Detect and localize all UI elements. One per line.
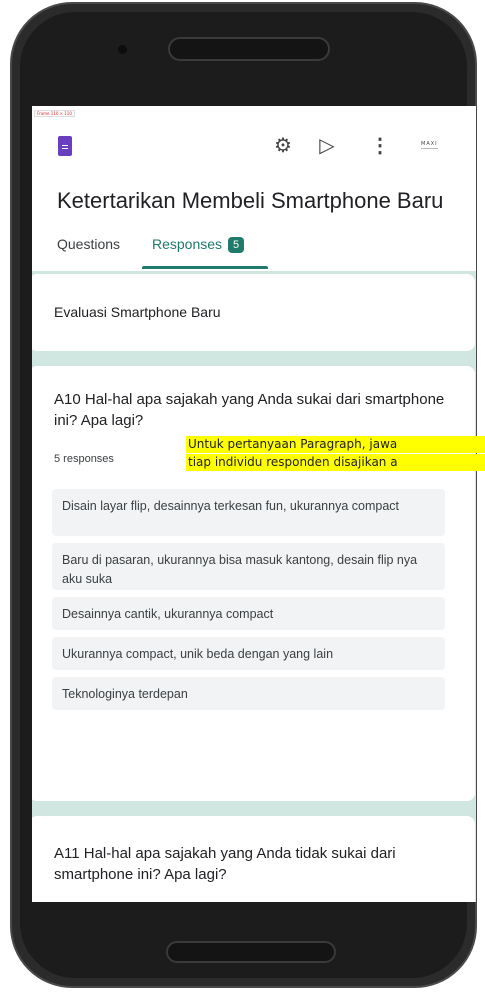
active-tab-indicator: [142, 266, 268, 269]
tab-responses[interactable]: Responses 5: [152, 236, 245, 253]
form-title: Ketertarikan Membeli Smartphone Baru: [57, 188, 444, 213]
header: Frame 110 × 110 ⚙ ▷ ⋮ MAXI Ketertarikan …: [32, 106, 476, 271]
response-item: Desainnya cantik, ukurannya compact: [52, 597, 445, 630]
question-card-a11: A11 Hal-hal apa sajakah yang Anda tidak …: [32, 816, 475, 902]
question-a10-title: A10 Hal-hal apa sajakah yang Anda sukai …: [54, 391, 445, 429]
response-item: Ukurannya compact, unik beda dengan yang…: [52, 637, 445, 670]
send-icon[interactable]: ▷: [314, 133, 340, 159]
home-button[interactable]: [166, 941, 336, 963]
response-item: Baru di pasaran, ukurannya bisa masuk ka…: [52, 543, 445, 590]
responses-count-badge: 5: [228, 237, 245, 253]
app-screen: Frame 110 × 110 ⚙ ▷ ⋮ MAXI Ketertarikan …: [32, 106, 476, 902]
brand-logo: MAXI: [421, 141, 438, 149]
question-card-a10: A10 Hal-hal apa sajakah yang Anda sukai …: [32, 366, 475, 801]
form-icon[interactable]: [58, 136, 72, 156]
tab-questions-label: Questions: [57, 236, 121, 252]
response-item: Disain layar flip, desainnya terkesan fu…: [52, 489, 445, 536]
more-vert-icon[interactable]: ⋮: [367, 133, 393, 159]
speaker-grille: [168, 37, 330, 61]
question-a10-response-count: 5 responses: [54, 453, 114, 465]
annotation-line-1: Untuk pertanyaan Paragraph, jawa: [186, 436, 485, 453]
response-item: Teknologinya terdepan: [52, 677, 445, 710]
question-a11-title: A11 Hal-hal apa sajakah yang Anda tidak …: [54, 845, 396, 883]
tab-questions[interactable]: Questions: [57, 236, 120, 252]
camera-icon: [118, 45, 127, 54]
frame-label: Frame 110 × 110: [34, 110, 75, 117]
palette-icon[interactable]: ⚙: [270, 133, 296, 159]
section-title: Evaluasi Smartphone Baru: [54, 304, 221, 320]
tab-responses-label: Responses: [152, 236, 223, 252]
annotation-line-2: tiap individu responden disajikan a: [186, 454, 485, 471]
section-card: Evaluasi Smartphone Baru: [32, 274, 475, 351]
